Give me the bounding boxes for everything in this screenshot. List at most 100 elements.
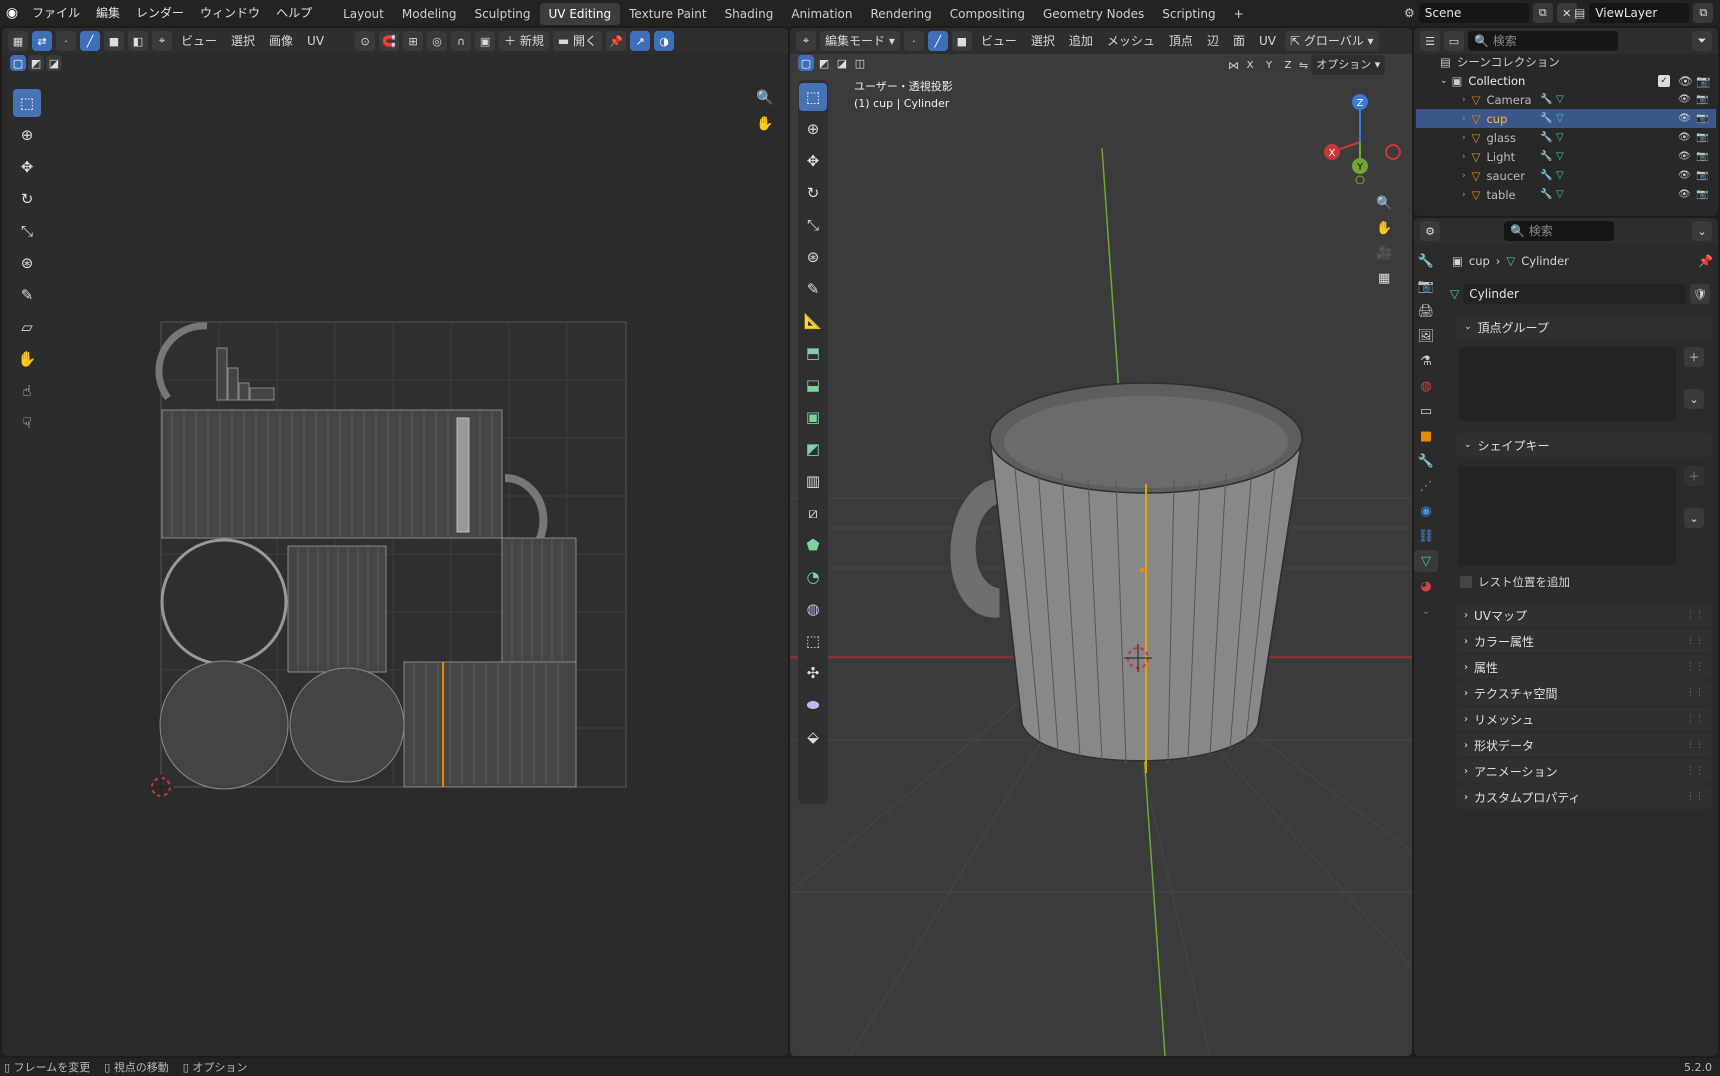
render-icon[interactable]: 📷 <box>1696 113 1708 124</box>
tab-geometry-nodes[interactable]: Geometry Nodes <box>1034 3 1153 25</box>
panel-7[interactable]: › カスタムプロパティ ⋮⋮ <box>1456 785 1712 809</box>
outliner-item-table[interactable]: › ▽ table 🔧 ▽ 👁 📷 <box>1416 185 1716 204</box>
viewport-menu-view[interactable]: ビュー <box>976 31 1022 51</box>
tab-rendering[interactable]: Rendering <box>862 3 941 25</box>
collection-visibility-icon[interactable]: 👁 <box>1678 74 1693 88</box>
face-mode-icon[interactable]: ■ <box>951 31 972 51</box>
fake-user-icon[interactable]: 🛡 <box>1690 284 1710 304</box>
mirror-icon[interactable]: ⋈ <box>1228 59 1239 72</box>
outliner-item-cup[interactable]: › ▽ cup 🔧 ▽ 👁 📷 <box>1416 109 1716 128</box>
scene-icon[interactable]: ⚙ <box>1404 6 1415 20</box>
vertex-mode-icon[interactable]: · <box>903 31 924 51</box>
panel-drag-handle-icon[interactable]: ⋮⋮ <box>1686 636 1704 646</box>
tab-layout[interactable]: Layout <box>334 3 393 25</box>
properties-options-icon[interactable]: ⌄ <box>1692 221 1712 241</box>
mesh-data-icon[interactable]: ▽ <box>1450 287 1459 301</box>
viewport-menu-vertex[interactable]: 頂点 <box>1164 31 1198 51</box>
vertex-group-menu-icon[interactable]: ⌄ <box>1684 389 1704 409</box>
add-vertex-group-icon[interactable]: ＋ <box>1684 347 1704 367</box>
material-tab-icon[interactable]: ◕ <box>1414 575 1438 597</box>
panel-drag-handle-icon[interactable]: ⋮⋮ <box>1686 714 1704 724</box>
scene-collection-row[interactable]: ▤ シーンコレクション <box>1416 52 1716 71</box>
object-tab-icon[interactable]: ■ <box>1414 425 1438 447</box>
add-shape-key-icon[interactable]: ＋ <box>1684 466 1704 486</box>
gizmo-neg-x-axis[interactable] <box>1385 144 1401 160</box>
viewport-menu-add[interactable]: 追加 <box>1064 31 1098 51</box>
shear-icon[interactable]: ⬬ <box>799 691 827 719</box>
panel-0[interactable]: › UVマップ ⋮⋮ <box>1456 603 1712 627</box>
shape-keys-list[interactable] <box>1458 466 1676 566</box>
scene-selector[interactable]: Scene <box>1418 3 1529 23</box>
edge-slide-icon[interactable]: ⬚ <box>799 627 827 655</box>
uv-canvas[interactable] <box>2 28 788 1056</box>
vp-select-new-icon[interactable]: ▢ <box>798 55 814 71</box>
vp-select-intersect-icon[interactable]: ◫ <box>852 55 868 71</box>
outliner-search-input[interactable]: 🔍 検索 <box>1468 31 1618 51</box>
view-layer-tab-icon[interactable]: 🖼 <box>1414 325 1438 347</box>
tab-shading[interactable]: Shading <box>716 3 783 25</box>
3d-viewport[interactable]: ⌖ 編集モード ▾ · ╱ ■ ビュー 選択 追加 メッシュ 頂点 辺 面 UV… <box>790 28 1412 1056</box>
inset-icon[interactable]: ▣ <box>799 403 827 431</box>
collection-row[interactable]: ⌄ ▣ Collection ✓ 👁 📷 <box>1416 71 1716 90</box>
options-dropdown[interactable]: オプション ▾ <box>1311 55 1386 75</box>
world-tab-icon[interactable]: ◍ <box>1414 375 1438 397</box>
panel-1[interactable]: › カラー属性 ⋮⋮ <box>1456 629 1712 653</box>
vp-scale-icon[interactable]: ⤡ <box>799 211 827 239</box>
menu-render[interactable]: レンダー <box>128 0 192 26</box>
relative-checkbox[interactable] <box>1460 576 1472 588</box>
outliner-item-glass[interactable]: › ▽ glass 🔧 ▽ 👁 📷 <box>1416 128 1716 147</box>
expand-arrow-icon[interactable]: › <box>1462 95 1466 105</box>
poly-build-icon[interactable]: ⬟ <box>799 531 827 559</box>
particles-tab-icon[interactable]: ⋰ <box>1414 475 1438 497</box>
visibility-icon[interactable]: 👁 <box>1678 94 1691 105</box>
panel-4[interactable]: › リメッシュ ⋮⋮ <box>1456 707 1712 731</box>
visibility-icon[interactable]: 👁 <box>1678 170 1691 181</box>
modifier-tab-icon[interactable]: 🔧 <box>1414 450 1438 472</box>
expand-arrow-icon[interactable]: › <box>1462 171 1466 181</box>
vp-zoom-icon[interactable]: 🔍 <box>1376 196 1392 211</box>
filter-icon[interactable]: ⏷ <box>1692 31 1712 51</box>
viewport-menu-select[interactable]: 選択 <box>1026 31 1060 51</box>
tab-texture-paint[interactable]: Texture Paint <box>620 3 715 25</box>
vp-rotate-icon[interactable]: ↻ <box>799 179 827 207</box>
viewport-menu-uv[interactable]: UV <box>1254 31 1281 51</box>
render-icon[interactable]: 📷 <box>1696 189 1708 200</box>
vp-select-subtract-icon[interactable]: ◪ <box>834 55 850 71</box>
smooth-icon[interactable]: ◍ <box>799 595 827 623</box>
constraints-tab-icon[interactable]: ⛓ <box>1414 525 1438 547</box>
tab-uv-editing[interactable]: UV Editing <box>539 3 621 25</box>
shrink-icon[interactable]: ✣ <box>799 659 827 687</box>
mode-selector[interactable]: 編集モード ▾ <box>820 31 900 51</box>
axis-lock-y[interactable]: Y <box>1261 57 1277 73</box>
view-layer-icon[interactable]: ▤ <box>1574 6 1585 20</box>
output-tab-icon[interactable]: 🖨 <box>1414 300 1438 322</box>
data-tab-icon[interactable]: ▽ <box>1414 550 1438 572</box>
render-tab-icon[interactable]: 📷 <box>1414 275 1438 297</box>
shape-keys-panel[interactable]: ⌄ シェイプキー <box>1456 433 1712 457</box>
menu-edit[interactable]: 編集 <box>88 0 128 26</box>
new-scene-icon[interactable]: ⧉ <box>1532 3 1553 23</box>
properties-editor-type-icon[interactable]: ⚙ <box>1420 221 1440 241</box>
tab-scripting[interactable]: Scripting <box>1153 3 1224 25</box>
knife-icon[interactable]: ⧄ <box>799 499 827 527</box>
vp-transform-icon[interactable]: ⊛ <box>799 243 827 271</box>
expand-arrow-icon[interactable]: › <box>1462 114 1466 124</box>
properties-search-input[interactable]: 🔍 検索 <box>1504 221 1614 241</box>
render-icon[interactable]: 📷 <box>1696 151 1708 162</box>
axis-lock-x[interactable]: X <box>1242 57 1258 73</box>
add-workspace-button[interactable]: + <box>1225 3 1253 25</box>
spin-icon[interactable]: ◔ <box>799 563 827 591</box>
scene-tab-icon[interactable]: ⚗ <box>1414 350 1438 372</box>
visibility-icon[interactable]: 👁 <box>1678 189 1691 200</box>
panel-drag-handle-icon[interactable]: ⋮⋮ <box>1686 610 1704 620</box>
vp-measure-icon[interactable]: 📐 <box>799 307 827 335</box>
render-icon[interactable]: 📷 <box>1696 132 1708 143</box>
tab-modeling[interactable]: Modeling <box>393 3 466 25</box>
expand-arrow-icon[interactable]: › <box>1462 152 1466 162</box>
outliner-item-camera[interactable]: › ▽ Camera 🔧 ▽ 👁 📷 <box>1416 90 1716 109</box>
auto-merge-icon[interactable]: ⇋ <box>1299 59 1308 72</box>
visibility-icon[interactable]: 👁 <box>1678 113 1691 124</box>
outliner-item-saucer[interactable]: › ▽ saucer 🔧 ▽ 👁 📷 <box>1416 166 1716 185</box>
viewport-menu-face[interactable]: 面 <box>1228 31 1250 51</box>
vp-select-extend-icon[interactable]: ◩ <box>816 55 832 71</box>
